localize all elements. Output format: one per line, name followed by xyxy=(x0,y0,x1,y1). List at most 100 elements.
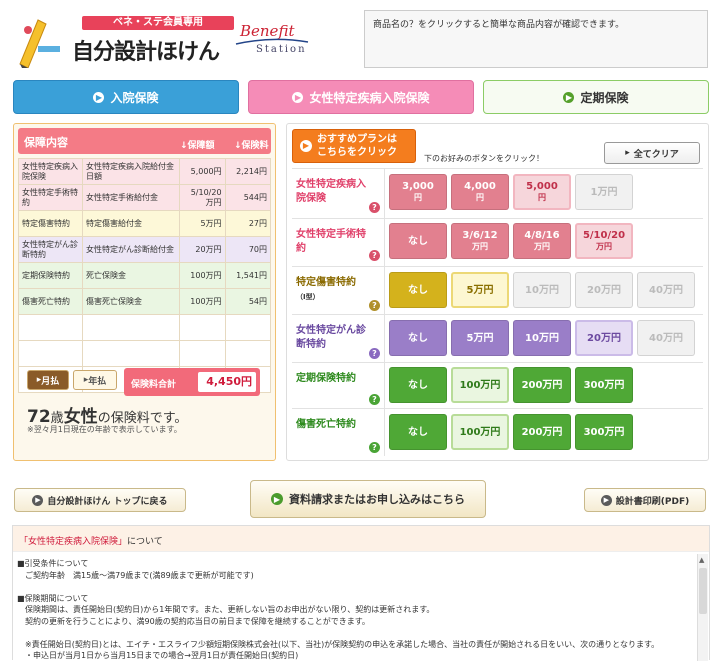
help-icon[interactable]: ? xyxy=(369,250,380,261)
plan-row-title: 女性特定疾病入院保険 xyxy=(296,179,366,204)
plan-option-button[interactable]: 40万円 xyxy=(637,272,695,308)
help-icon[interactable]: ? xyxy=(369,394,380,405)
plan-option-button[interactable]: なし xyxy=(389,272,447,308)
help-icon[interactable]: ? xyxy=(369,202,380,213)
coverage-desc: 女性特定がん診断給付金 xyxy=(82,236,181,263)
plan-option-button[interactable]: 40万円 xyxy=(637,320,695,356)
tab-hospital-insurance[interactable]: ▶ 入院保険 xyxy=(13,80,239,114)
plan-row-title: 女性特定手術特約 xyxy=(296,229,366,254)
coverage-premium-header[interactable]: ↓保険料 xyxy=(234,138,269,151)
triangle-right-icon: ▸ xyxy=(625,148,630,158)
plan-option-value: 20万円 xyxy=(587,332,621,344)
print-pdf-label: 設計書印刷(PDF) xyxy=(615,496,690,507)
plan-option-button[interactable]: 4/8/16 万円 xyxy=(513,223,571,259)
detail-line xyxy=(17,627,697,639)
plan-option-value: 300万円 xyxy=(583,379,625,391)
plan-option-unit: 円 xyxy=(414,193,422,202)
tab-term-insurance[interactable]: ▶ 定期保険 xyxy=(483,80,709,114)
coverage-title: 保障内容 xyxy=(24,136,68,149)
plan-option-value: 40万円 xyxy=(649,332,683,344)
member-only-badge: ベネ・ステ会員専用 xyxy=(82,16,234,30)
plan-option-button[interactable]: 5,000 円 xyxy=(513,174,571,210)
coverage-row: 特定傷害特約 特定傷害給付金 5万円 27円 xyxy=(17,210,272,237)
back-to-top-button[interactable]: ▶ 自分設計ほけん トップに戻る xyxy=(14,488,186,512)
detail-scrollbar[interactable]: ▲ xyxy=(697,554,708,661)
coverage-premium xyxy=(224,340,272,367)
help-icon[interactable]: ? xyxy=(369,300,380,311)
plan-option-button[interactable]: 300万円 xyxy=(575,414,633,450)
coverage-premium: 2,214円 xyxy=(224,158,272,185)
coverage-amount: 5,000円 xyxy=(179,158,226,185)
arrow-right-circle-icon: ▶ xyxy=(271,493,283,505)
coverage-desc: 特定傷害給付金 xyxy=(82,210,181,237)
scroll-thumb[interactable] xyxy=(699,568,707,614)
apply-label: 資料請求またはお申し込みはこちら xyxy=(289,493,465,506)
plan-option-value: なし xyxy=(408,379,428,391)
help-icon[interactable]: ? xyxy=(369,348,380,359)
coverage-amount-header[interactable]: ↓保障額 xyxy=(180,138,215,151)
apply-button[interactable]: ▶ 資料請求またはお申し込みはこちら xyxy=(250,480,486,518)
coverage-premium: 54円 xyxy=(224,288,272,315)
arrow-right-circle-icon: ▶ xyxy=(32,494,44,506)
plan-option-button[interactable]: 20万円 xyxy=(575,272,633,308)
coverage-premium xyxy=(224,314,272,341)
plan-option-button[interactable]: 1万円 xyxy=(575,174,633,210)
plan-option-button[interactable]: 4,000 円 xyxy=(451,174,509,210)
detail-heading-tail: について xyxy=(127,537,163,547)
plan-option-value: 20万円 xyxy=(587,284,621,296)
site-logo[interactable]: ベネ・ステ会員専用 自分設計ほけん xyxy=(14,10,234,68)
plan-option-value: 300万円 xyxy=(583,426,625,438)
coverage-premium: 1,541円 xyxy=(224,262,272,289)
detail-line xyxy=(17,581,697,593)
plan-option-button[interactable]: 5万円 xyxy=(451,320,509,356)
coverage-desc: 傷害死亡保険金 xyxy=(82,288,181,315)
plan-option-button[interactable]: 100万円 xyxy=(451,367,509,403)
print-pdf-button[interactable]: ▶ 設計書印刷(PDF) xyxy=(584,488,706,512)
annual-toggle[interactable]: ▸ 年払 xyxy=(73,370,117,390)
scroll-up-icon[interactable]: ▲ xyxy=(699,556,704,564)
detail-body: ■引受条件について ご契約年齢 満15歳～満79歳まで(満89歳まで更新が可能で… xyxy=(17,558,697,661)
plan-option-value: 5万円 xyxy=(466,332,494,344)
plan-option-value: 4,000 xyxy=(464,181,496,192)
plan-option-button[interactable]: 10万円 xyxy=(513,320,571,356)
arrow-right-circle-icon: ▶ xyxy=(93,91,105,103)
tab-label: 女性特定疾病入院保険 xyxy=(309,90,430,105)
plan-option-button[interactable]: 200万円 xyxy=(513,414,571,450)
station-word: Station xyxy=(256,44,307,55)
plan-option-value: 100万円 xyxy=(459,379,501,391)
help-icon[interactable]: ? xyxy=(369,442,380,453)
coverage-desc xyxy=(82,340,181,367)
plan-option-button[interactable]: 200万円 xyxy=(513,367,571,403)
plan-option-button[interactable]: なし xyxy=(389,414,447,450)
recommend-plan-button[interactable]: ▶ おすすめプランは こちらをクリック xyxy=(292,129,416,163)
coverage-desc xyxy=(82,314,181,341)
monthly-toggle[interactable]: ▸ 月払 xyxy=(27,370,69,390)
detail-heading: 「女性特定疾病入院保険」について xyxy=(13,526,709,552)
coverage-header: 保障内容 ↓保障額 ↓保険料 xyxy=(18,128,271,154)
plan-option-value: 4/8/16 xyxy=(524,230,560,241)
plan-option-button[interactable]: 5/10/20 万円 xyxy=(575,223,633,259)
annual-label: 年払 xyxy=(88,376,107,387)
plan-option-value: 10万円 xyxy=(525,284,559,296)
plan-option-button[interactable]: 3,000 円 xyxy=(389,174,447,210)
plan-option-value: 10万円 xyxy=(525,332,559,344)
plan-option-button[interactable]: 20万円 xyxy=(575,320,633,356)
plan-option-button[interactable]: なし xyxy=(389,223,447,259)
coverage-row: 定期保険特約 死亡保険金 100万円 1,541円 xyxy=(17,262,272,289)
plan-option-button[interactable]: 5万円 xyxy=(451,272,509,308)
tab-women-disease-insurance[interactable]: ▶ 女性特定疾病入院保険 xyxy=(248,80,474,114)
plan-option-button[interactable]: なし xyxy=(389,320,447,356)
clear-all-button[interactable]: ▸ 全てクリア xyxy=(604,142,700,164)
coverage-row: 女性特定手術特約 女性特定手術給付金 5/10/20万円 544円 xyxy=(17,184,272,211)
plan-option-button[interactable]: 300万円 xyxy=(575,367,633,403)
detail-product-name[interactable]: 「女性特定疾病入院保険」 xyxy=(19,537,127,547)
detail-line: 保険期間は、責任開始日(契約日)から1年間です。また、更新しない旨のお申出がない… xyxy=(17,605,435,614)
plan-option-button[interactable]: 10万円 xyxy=(513,272,571,308)
coverage-amount: 5/10/20万円 xyxy=(179,184,226,211)
plan-option-button[interactable]: 3/6/12 万円 xyxy=(451,223,509,259)
coverage-desc: 死亡保険金 xyxy=(82,262,181,289)
coverage-row: 女性特定がん診断特約 女性特定がん診断給付金 20万円 70円 xyxy=(17,236,272,263)
plan-option-button[interactable]: 100万円 xyxy=(451,414,509,450)
plan-option-button[interactable]: なし xyxy=(389,367,447,403)
benefit-station-logo[interactable]: Benefit Station xyxy=(230,18,314,58)
